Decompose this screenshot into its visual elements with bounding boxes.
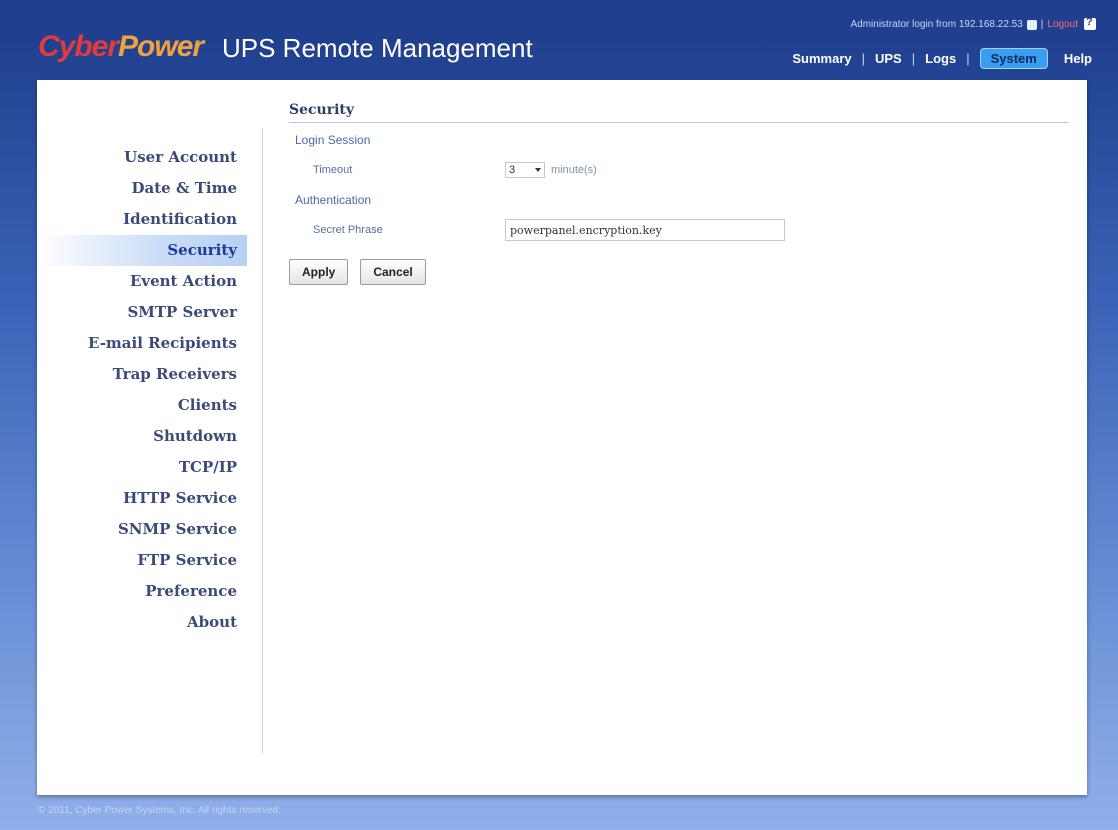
login-text: Administrator login from 192.168.22.53 [850, 19, 1023, 30]
logo-part-cyber: Cyber [38, 30, 119, 63]
sidebar-item-email-recipients[interactable]: E-mail Recipients [37, 328, 247, 359]
help-icon[interactable] [1084, 16, 1096, 30]
timeout-value: 3 [509, 164, 516, 176]
sidebar-item-date-time[interactable]: Date & Time [37, 173, 247, 204]
timeout-unit: minute(s) [551, 164, 597, 176]
security-content: Security Login Session Timeout 3 minute(… [289, 102, 1069, 285]
secret-phrase-input[interactable] [505, 219, 785, 241]
sidebar-item-trap-receivers[interactable]: Trap Receivers [37, 359, 247, 390]
main-panel: User Account Date & Time Identification … [37, 80, 1087, 795]
copyright-footer: © 2011, Cyber Power Systems, Inc. All ri… [38, 805, 281, 816]
sidebar-item-tcp-ip[interactable]: TCP/IP [37, 452, 247, 483]
nav-logs[interactable]: Logs [925, 51, 956, 66]
nav-summary[interactable]: Summary [792, 51, 851, 66]
app-title: UPS Remote Management [222, 33, 533, 63]
login-separator: | [1040, 19, 1044, 30]
sidebar-item-preference[interactable]: Preference [37, 576, 247, 607]
user-icon [1026, 19, 1037, 30]
timeout-row: Timeout 3 minute(s) [313, 153, 1069, 187]
nav-help[interactable]: Help [1064, 51, 1092, 66]
sidebar-item-ftp-service[interactable]: FTP Service [37, 545, 247, 576]
page-title: Security [289, 102, 1069, 123]
login-info: Administrator login from 192.168.22.53 |… [850, 19, 1078, 30]
logout-link[interactable]: Logout [1047, 19, 1078, 30]
secret-phrase-row: Secret Phrase [313, 213, 1069, 247]
nav-separator: | [966, 51, 970, 66]
sidebar-item-about[interactable]: About [37, 607, 247, 638]
timeout-label: Timeout [313, 164, 353, 176]
nav-separator: | [911, 51, 916, 66]
sidebar-item-user-account[interactable]: User Account [37, 142, 247, 173]
sidebar-item-security[interactable]: Security [37, 235, 247, 266]
logo-part-power: Power [118, 30, 204, 63]
login-session-heading: Login Session [295, 133, 371, 147]
sidebar-item-snmp-service[interactable]: SNMP Service [37, 514, 247, 545]
apply-button[interactable]: Apply [289, 259, 349, 285]
sidebar-divider [262, 128, 263, 753]
cancel-button[interactable]: Cancel [360, 259, 426, 285]
sidebar-item-smtp-server[interactable]: SMTP Server [37, 297, 247, 328]
secret-phrase-label: Secret Phrase [313, 224, 383, 236]
sidebar-item-http-service[interactable]: HTTP Service [37, 483, 247, 514]
cyberpower-logo: CyberPower [38, 30, 204, 64]
authentication-heading: Authentication [295, 193, 372, 207]
timeout-select[interactable]: 3 [505, 162, 545, 178]
nav-system[interactable]: System [979, 48, 1048, 69]
sidebar-item-clients[interactable]: Clients [37, 390, 247, 421]
sidebar-item-shutdown[interactable]: Shutdown [37, 421, 247, 452]
nav-separator: | [861, 51, 865, 66]
nav-ups[interactable]: UPS [875, 51, 902, 66]
chevron-down-icon [535, 168, 541, 172]
sidebar-item-identification[interactable]: Identification [37, 204, 247, 235]
sidebar: User Account Date & Time Identification … [37, 142, 247, 638]
sidebar-item-event-action[interactable]: Event Action [37, 266, 247, 297]
top-header: CyberPower UPS Remote Management Adminis… [0, 0, 1118, 80]
form-buttons: Apply Cancel [289, 259, 1069, 285]
top-nav: Summary | UPS | Logs | System Help [792, 48, 1092, 69]
